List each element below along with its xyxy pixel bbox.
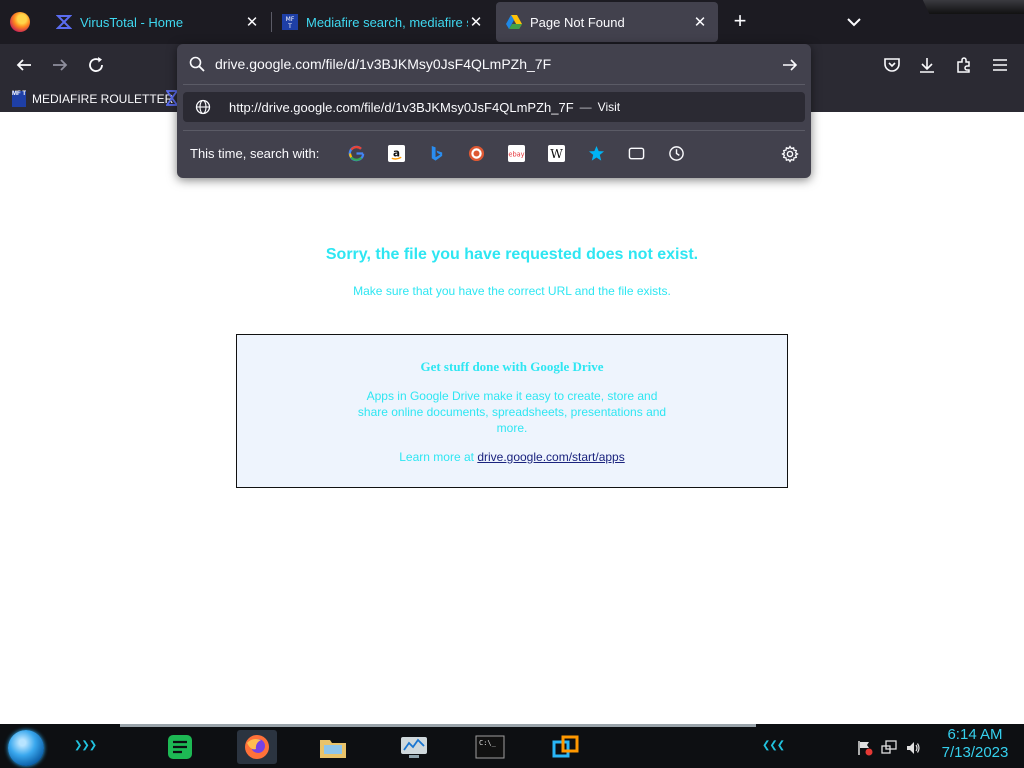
start-orb-button[interactable] — [8, 730, 44, 766]
urlbar-dropdown: http://drive.google.com/file/d/1v3BJKMsy… — [177, 44, 811, 178]
learn-more-prefix: Learn more at — [399, 450, 474, 464]
error-title: Sorry, the file you have requested does … — [325, 246, 699, 263]
duckduckgo-icon[interactable] — [467, 144, 485, 162]
tab-virustotal[interactable]: VirusTotal - Home ✕ — [46, 2, 272, 42]
new-tab-button[interactable]: + — [727, 8, 753, 34]
error-subtitle: Make sure that you have the correct URL … — [353, 284, 671, 298]
ebay-icon[interactable]: ebay — [507, 144, 525, 162]
mediafire-icon: MF T — [12, 91, 26, 107]
globe-icon — [195, 99, 211, 115]
window-controls[interactable] — [922, 0, 1024, 14]
taskbar-app-task-manager[interactable] — [394, 730, 434, 764]
action-center-flag-icon[interactable] — [857, 740, 873, 756]
tab-title: Mediafire search, mediafire sea — [306, 14, 468, 30]
pocket-button[interactable] — [877, 50, 907, 80]
hamburger-menu-icon — [993, 59, 1007, 71]
bookmark-mediafire-rouletter[interactable]: MF T MEDIAFIRE ROULETTER — [12, 90, 173, 108]
network-icon[interactable] — [881, 740, 897, 756]
learn-more-link[interactable]: drive.google.com/start/apps — [477, 450, 624, 464]
forward-button[interactable] — [45, 50, 75, 80]
clock-date: 7/13/2023 — [941, 744, 1009, 761]
go-arrow-icon[interactable] — [781, 56, 799, 74]
vm-app-icon — [552, 735, 579, 758]
svg-text:W: W — [550, 147, 563, 161]
back-arrow-icon — [16, 59, 31, 71]
search-icon — [189, 56, 205, 72]
promo-heading: Get stuff done with Google Drive — [420, 359, 604, 374]
bing-icon[interactable] — [427, 144, 445, 162]
url-input[interactable] — [215, 52, 775, 76]
urlbar — [177, 44, 811, 84]
wikipedia-icon[interactable]: W — [547, 144, 565, 162]
tab-page-not-found[interactable]: Page Not Found ✕ — [496, 2, 718, 42]
learn-more-line: Learn more at drive.google.com/start/app… — [237, 450, 787, 464]
close-tab-icon[interactable]: ✕ — [468, 13, 484, 31]
google-drive-promo-box: Get stuff done with Google Drive Apps in… — [236, 334, 788, 488]
extensions-button[interactable] — [949, 50, 979, 80]
reload-icon — [89, 57, 103, 72]
notes-app-icon — [168, 735, 192, 759]
back-button[interactable] — [9, 50, 39, 80]
tab-title: VirusTotal - Home — [80, 14, 184, 30]
close-tab-icon[interactable]: ✕ — [692, 13, 708, 31]
tab-strip: VirusTotal - Home ✕ MF T Mediafire search… — [0, 0, 1024, 44]
settings-gear-icon[interactable] — [781, 145, 799, 163]
reload-button[interactable] — [81, 50, 111, 80]
svg-text:ebay: ebay — [508, 150, 524, 158]
google-icon[interactable] — [347, 144, 365, 162]
history-icon[interactable] — [667, 144, 685, 162]
promo-body: Apps in Google Drive make it easy to cre… — [357, 389, 667, 435]
bookmark-label: MEDIAFIRE ROULETTER — [32, 92, 174, 106]
svg-text:a: a — [392, 147, 399, 159]
volume-icon[interactable] — [905, 740, 921, 756]
pocket-icon — [884, 58, 900, 72]
downloads-button[interactable] — [912, 50, 942, 80]
suggestion-separator: — — [579, 100, 592, 114]
forward-arrow-icon — [53, 59, 68, 71]
monitor-chart-icon — [401, 737, 427, 758]
search-with-label: This time, search with: — [190, 146, 320, 161]
decorative-chevrons: ❯❯❯ — [74, 740, 97, 751]
taskbar-app-vmware[interactable] — [546, 730, 586, 764]
folder-icon — [320, 740, 346, 758]
virustotal-icon — [56, 15, 72, 29]
terminal-icon: C:\_ — [475, 735, 505, 759]
svg-text:MF: MF — [286, 16, 295, 23]
app-menu-button[interactable] — [985, 50, 1015, 80]
taskbar-app-firefox[interactable] — [237, 730, 277, 764]
decorative-chevrons: ❮❮❮ — [762, 740, 785, 751]
svg-text:T: T — [287, 23, 292, 30]
taskbar-app-terminal[interactable]: C:\_ — [470, 730, 510, 764]
tabs-icon[interactable] — [627, 144, 645, 162]
url-suggestion-row[interactable]: http://drive.google.com/file/d/1v3BJKMsy… — [183, 92, 805, 122]
amazon-icon[interactable]: a — [387, 144, 405, 162]
tab-title: Page Not Found — [530, 14, 625, 30]
puzzle-piece-icon — [957, 57, 970, 73]
tab-mediafire-search[interactable]: MFT Mediafire search, mediafire sea ✕ — [272, 2, 494, 42]
taskbar-app-file-explorer[interactable] — [313, 730, 353, 764]
list-all-tabs-icon[interactable] — [842, 10, 866, 34]
firefox-logo-icon[interactable] — [10, 12, 30, 32]
mediafire-icon: MFT — [282, 14, 298, 30]
suggestion-action: Visit — [597, 100, 621, 114]
svg-text:C:\_: C:\_ — [479, 739, 497, 747]
clock-time: 6:14 AM — [947, 726, 1003, 743]
taskbar-app-notes[interactable] — [160, 730, 200, 764]
system-clock[interactable]: 6:14 AM 7/13/2023 — [930, 726, 1020, 762]
firefox-icon — [245, 735, 269, 759]
bookmarks-icon[interactable] — [587, 144, 605, 162]
suggestion-url: http://drive.google.com/file/d/1v3BJKMsy… — [229, 99, 574, 115]
close-tab-icon[interactable]: ✕ — [244, 13, 260, 31]
google-drive-icon — [506, 15, 522, 29]
download-icon — [920, 58, 934, 73]
